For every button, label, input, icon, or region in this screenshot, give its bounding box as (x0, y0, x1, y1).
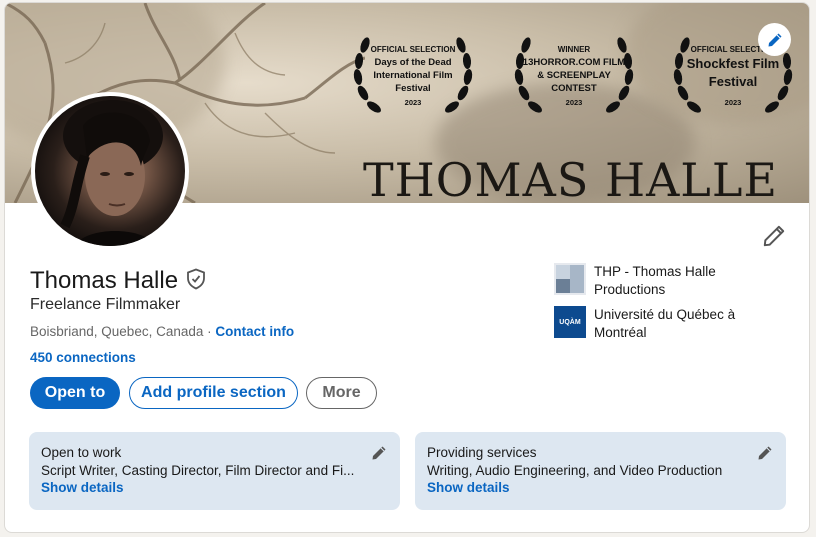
org-name: THP - Thomas Halle Productions (594, 264, 716, 297)
laurel-main-text: Shockfest Film Festival (686, 56, 780, 89)
providing-services-panel[interactable]: Providing services Writing, Audio Engine… (415, 432, 786, 510)
edit-providing-services-button[interactable] (757, 445, 773, 461)
more-button[interactable]: More (306, 377, 377, 409)
laurel-year: 2023 (404, 98, 422, 107)
laurel-award-1: OFFICIAL SELECTION Days of the Dead Inte… (347, 25, 479, 123)
profile-photo (60, 100, 163, 246)
pencil-icon (372, 446, 386, 460)
location-row: Boisbriand, Quebec, Canada · Contact inf… (30, 324, 294, 339)
laurel-main-text: 13HORROR.COM FILM & SCREENPLAY CONTEST (522, 57, 626, 94)
name-row: Thomas Halle (30, 267, 206, 295)
panel-subtitle: Writing, Audio Engineering, and Video Pr… (427, 463, 723, 478)
location-separator: · (203, 324, 216, 339)
edit-open-to-work-button[interactable] (371, 445, 387, 461)
org-item-thp[interactable]: THP - Thomas Halle Productions (554, 263, 784, 299)
laurel-award-2: WINNER 13HORROR.COM FILM & SCREENPLAY CO… (508, 25, 640, 123)
uqam-logo-text: UQÀM (559, 318, 581, 326)
panel-subtitle: Script Writer, Casting Director, Film Di… (41, 463, 355, 478)
banner-title: THOMAS HALLE (363, 153, 778, 203)
uqam-logo-icon: UQÀM (554, 306, 586, 338)
profile-card: OFFICIAL SELECTION Days of the Dead Inte… (4, 2, 810, 533)
panel-title: Open to work (41, 445, 122, 460)
profile-headline: Freelance Filmmaker (30, 296, 181, 313)
laurel-top-text: WINNER (557, 45, 591, 54)
pencil-icon (768, 33, 781, 46)
laurel-year: 2023 (565, 98, 583, 107)
edit-profile-button[interactable] (761, 223, 787, 249)
profile-name: Thomas Halle (30, 267, 179, 294)
location-text: Boisbriand, Quebec, Canada (30, 324, 204, 339)
org-name: Université du Québec à Montréal (594, 307, 736, 340)
avatar[interactable] (31, 92, 189, 250)
panel-title: Providing services (427, 445, 537, 460)
show-details-link[interactable]: Show details (41, 480, 388, 495)
laurel-main-text: Days of the Dead International Film Fest… (373, 57, 453, 94)
laurel-year: 2023 (724, 98, 742, 107)
contact-info-link[interactable]: Contact info (215, 324, 294, 339)
thp-logo-icon (554, 263, 586, 295)
connections-link[interactable]: 450 connections (30, 350, 136, 365)
show-details-link[interactable]: Show details (427, 480, 774, 495)
pencil-icon (763, 225, 785, 247)
edit-banner-button[interactable] (758, 23, 791, 56)
org-item-uqam[interactable]: UQÀM Université du Québec à Montréal (554, 306, 784, 342)
shield-check-icon[interactable] (186, 268, 206, 295)
add-profile-section-button[interactable]: Add profile section (129, 377, 298, 409)
open-to-button[interactable]: Open to (30, 377, 120, 409)
laurel-top-text: OFFICIAL SELECTION (370, 45, 456, 54)
pencil-icon (758, 446, 772, 460)
open-to-work-panel[interactable]: Open to work Script Writer, Casting Dire… (29, 432, 400, 510)
